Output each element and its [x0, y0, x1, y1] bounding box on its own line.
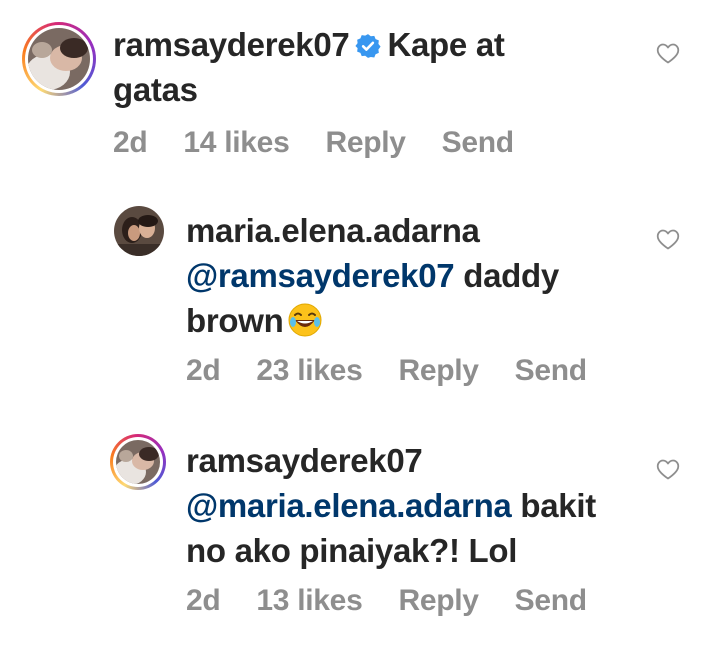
timestamp: 2d — [186, 354, 221, 387]
likes-count[interactable]: 23 likes — [256, 354, 362, 388]
comment-text: ramsayderek07 @maria.elena.adarna bakit … — [186, 438, 656, 573]
comment-meta: 2d 13 likes Reply Send — [186, 584, 587, 618]
comment-body: daddy — [463, 257, 559, 294]
mention-link[interactable]: @maria.elena.adarna — [186, 487, 512, 524]
reply-button[interactable]: Reply — [398, 584, 479, 618]
avatar-story-ring[interactable] — [22, 22, 96, 96]
comment-meta: 2d 14 likes Reply Send — [113, 126, 514, 160]
avatar — [116, 440, 160, 484]
comment-body: Kape at — [387, 26, 505, 63]
comment-body: bakit — [520, 487, 596, 524]
avatar — [28, 28, 90, 90]
timestamp: 2d — [113, 126, 148, 159]
comment-body-continued: gatas — [113, 71, 198, 108]
heart-outline-icon[interactable] — [656, 458, 680, 480]
username[interactable]: ramsayderek07 — [186, 442, 423, 479]
heart-outline-icon[interactable] — [656, 228, 680, 250]
reply-button[interactable]: Reply — [398, 354, 479, 388]
mention-link[interactable]: @ramsayderek07 — [186, 257, 455, 294]
comment-body-continued: brown — [186, 302, 284, 339]
likes-count[interactable]: 13 likes — [256, 584, 362, 618]
send-button[interactable]: Send — [515, 584, 587, 618]
avatar-story-ring[interactable] — [110, 434, 166, 490]
comment-body-continued: no ako pinaiyak?! Lol — [186, 532, 518, 569]
username[interactable]: ramsayderek07 — [113, 26, 350, 63]
send-button[interactable]: Send — [515, 354, 587, 388]
reply-button[interactable]: Reply — [325, 126, 406, 160]
heart-outline-icon[interactable] — [656, 42, 680, 64]
laughing-emoji-icon — [288, 303, 322, 337]
send-button[interactable]: Send — [442, 126, 514, 160]
comment-meta: 2d 23 likes Reply Send — [186, 354, 587, 388]
comment-text: maria.elena.adarna @ramsayderek07 daddy … — [186, 208, 656, 343]
verified-badge-icon — [355, 34, 382, 58]
comment-text: ramsayderek07 Kape at gatas — [113, 22, 653, 112]
timestamp: 2d — [186, 584, 221, 617]
avatar[interactable] — [114, 206, 164, 256]
likes-count[interactable]: 14 likes — [183, 126, 289, 160]
username[interactable]: maria.elena.adarna — [186, 212, 480, 249]
